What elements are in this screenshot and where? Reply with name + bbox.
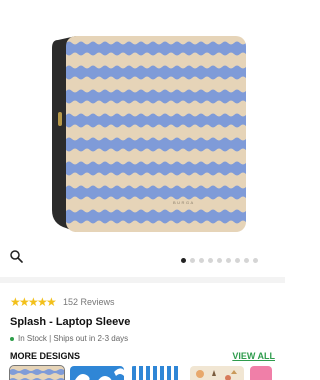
gallery-dot[interactable] bbox=[217, 258, 222, 263]
zoom-button[interactable] bbox=[4, 244, 28, 268]
stock-status: In Stock | Ships out in 2-3 days bbox=[10, 334, 128, 343]
gallery-dot[interactable] bbox=[181, 258, 186, 263]
gallery-dot[interactable] bbox=[244, 258, 249, 263]
section-divider bbox=[0, 277, 285, 283]
product-title: Splash - Laptop Sleeve bbox=[10, 316, 131, 328]
design-thumb-splash[interactable] bbox=[9, 365, 65, 380]
gallery-dot[interactable] bbox=[199, 258, 204, 263]
design-thumb-beach-shells[interactable] bbox=[190, 366, 244, 380]
gallery-dot[interactable] bbox=[190, 258, 195, 263]
gallery-dot[interactable] bbox=[226, 258, 231, 263]
product-image: BURGA bbox=[52, 36, 246, 232]
gallery-pagination bbox=[181, 258, 258, 263]
more-designs-heading: MORE DESIGNS bbox=[10, 351, 81, 361]
search-icon bbox=[10, 250, 23, 263]
star-icon: ★ bbox=[46, 295, 57, 309]
sleeve-front bbox=[66, 36, 246, 232]
star-icon: ★ bbox=[28, 295, 39, 309]
design-thumb-blue-waves[interactable] bbox=[70, 366, 124, 380]
brand-mark: BURGA bbox=[173, 200, 195, 205]
gallery-dot[interactable] bbox=[235, 258, 240, 263]
gallery-dot[interactable] bbox=[253, 258, 258, 263]
design-thumb-pink[interactable] bbox=[250, 366, 272, 380]
view-all-link[interactable]: VIEW ALL bbox=[232, 351, 275, 361]
star-icon: ★ bbox=[19, 295, 30, 309]
star-icon: ★ bbox=[37, 295, 48, 309]
star-icon: ★ bbox=[10, 295, 21, 309]
zipper-pull bbox=[58, 112, 62, 126]
more-designs-header: MORE DESIGNS VIEW ALL bbox=[10, 351, 275, 361]
design-thumbnails bbox=[9, 365, 272, 380]
design-thumb-blue-stripes[interactable] bbox=[130, 366, 184, 380]
gallery-dot[interactable] bbox=[208, 258, 213, 263]
rating-row: ★ ★ ★ ★ ★ 152 Reviews bbox=[10, 296, 115, 308]
review-count-link[interactable]: 152 Reviews bbox=[63, 297, 115, 307]
stock-text: In Stock | Ships out in 2-3 days bbox=[18, 334, 129, 343]
product-gallery[interactable]: BURGA bbox=[0, 0, 285, 275]
in-stock-dot-icon bbox=[10, 336, 14, 341]
